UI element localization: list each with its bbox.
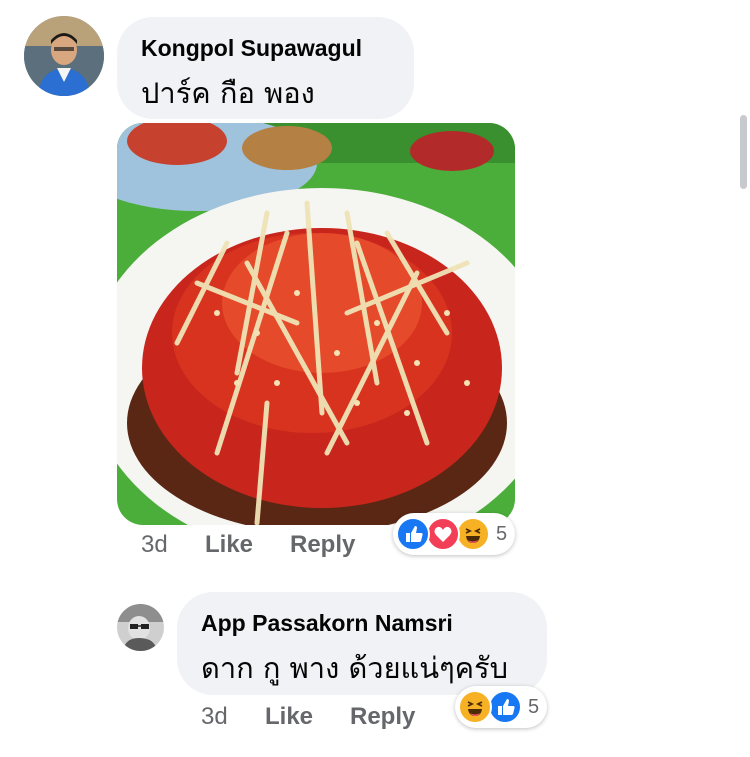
avatar-photo	[24, 16, 104, 96]
food-photo	[117, 123, 515, 525]
like-link[interactable]: Like	[205, 531, 253, 559]
comment-photo[interactable]	[117, 123, 515, 525]
reply-author[interactable]: App Passakorn Namsri	[201, 610, 453, 637]
haha-icon	[456, 517, 490, 551]
haha-icon	[458, 690, 492, 724]
like-icon	[396, 517, 430, 551]
avatar-photo	[117, 604, 164, 651]
avatar-kongpol[interactable]	[24, 16, 104, 96]
comment-author[interactable]: Kongpol Supawagul	[141, 35, 362, 62]
comment-time[interactable]: 3d	[141, 531, 168, 559]
reply-link[interactable]: Reply	[290, 531, 355, 559]
reaction-count: 5	[528, 696, 540, 718]
reaction-summary[interactable]: 5	[393, 513, 515, 555]
reply-reply-link[interactable]: Reply	[350, 703, 415, 731]
reply-reaction-summary[interactable]: 5	[455, 686, 547, 728]
scrollbar[interactable]	[740, 115, 747, 189]
reply-time[interactable]: 3d	[201, 703, 228, 731]
reaction-count: 5	[496, 523, 508, 545]
reply-text: ดาก กู พาง ด้วยแน่ๆครับ	[201, 651, 509, 685]
avatar-app-passakorn[interactable]	[117, 604, 164, 651]
comment-text: ปาร์ค กือ พอง	[141, 76, 315, 110]
reply-like-link[interactable]: Like	[265, 703, 313, 731]
like-icon	[488, 690, 522, 724]
love-icon	[426, 517, 460, 551]
